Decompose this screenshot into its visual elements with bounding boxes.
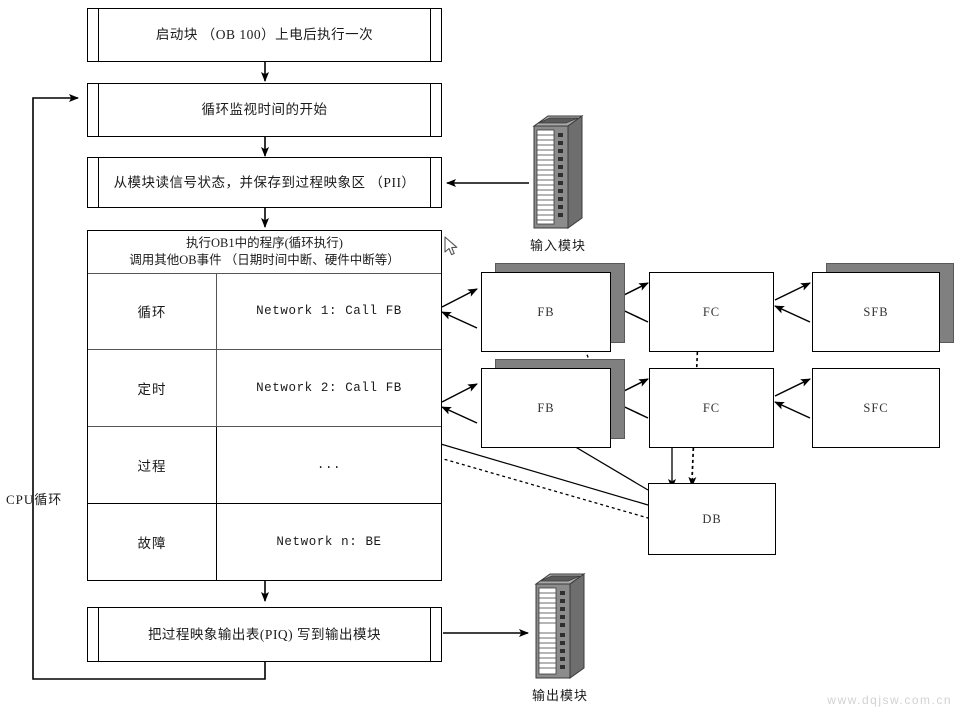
ob1-row-cyclic[interactable]: 循环 Network 1: Call FB xyxy=(88,273,441,350)
box-right-divider xyxy=(430,608,431,661)
box-right-divider xyxy=(430,84,431,136)
flow-step-label: 把过程映象输出表(PIQ) 写到输出模块 xyxy=(147,626,382,642)
output-module-label: 输出模块 xyxy=(531,688,589,703)
block-label: SFB xyxy=(812,272,940,352)
ob1-row-kind: 故障 xyxy=(88,504,217,580)
block-label: SFC xyxy=(812,368,940,448)
flow-step-startup[interactable]: 启动块 （OB 100）上电后执行一次 xyxy=(87,8,442,62)
box-left-divider xyxy=(98,9,99,61)
ob1-program-block[interactable]: 执行OB1中的程序(循环执行) 调用其他OB事件 （日期时间中断、硬件中断等） … xyxy=(87,230,442,581)
flow-step-label: 从模块读信号状态，并保存到过程映象区 （PII） xyxy=(113,174,416,190)
ob1-row-kind: 循环 xyxy=(88,273,217,349)
block-fb-2[interactable]: FB xyxy=(481,359,625,448)
block-label: FB xyxy=(481,272,611,352)
watermark-text: www.dqjsw.com.cn xyxy=(827,693,952,707)
output-module[interactable]: 输出模块 xyxy=(530,572,590,703)
mouse-cursor xyxy=(444,236,458,256)
ob1-header: 执行OB1中的程序(循环执行) 调用其他OB事件 （日期时间中断、硬件中断等） xyxy=(88,231,441,274)
box-left-divider xyxy=(98,608,99,661)
flow-step-read-pii[interactable]: 从模块读信号状态，并保存到过程映象区 （PII） xyxy=(87,157,442,208)
ob1-row-kind: 定时 xyxy=(88,350,217,426)
input-module[interactable]: 输入模块 xyxy=(528,114,588,253)
block-fc-2[interactable]: FC xyxy=(649,368,774,448)
ob1-row-fault[interactable]: 故障 Network n: BE xyxy=(88,504,441,580)
plc-module-icon xyxy=(534,573,586,679)
ob1-row-network: ... xyxy=(316,458,342,472)
ob1-header-line1: 执行OB1中的程序(循环执行) xyxy=(186,236,343,251)
flow-step-label: 启动块 （OB 100）上电后执行一次 xyxy=(155,27,374,43)
block-db-1[interactable]: DB xyxy=(648,483,776,555)
block-fc-1[interactable]: FC xyxy=(649,272,774,352)
ob1-row-network: Network 2: Call FB xyxy=(256,381,402,395)
block-label: FC xyxy=(649,368,774,448)
block-label: FB xyxy=(481,368,611,448)
block-sfb-1[interactable]: SFB xyxy=(812,263,954,352)
box-left-divider xyxy=(98,84,99,136)
box-right-divider xyxy=(430,9,431,61)
input-module-label: 输入模块 xyxy=(529,238,587,253)
block-label: DB xyxy=(648,483,776,555)
ob1-row-network: Network n: BE xyxy=(276,535,382,549)
block-fb-1[interactable]: FB xyxy=(481,263,625,352)
ob1-network-rows: 循环 Network 1: Call FB 定时 Network 2: Call… xyxy=(88,273,441,580)
block-label: FC xyxy=(649,272,774,352)
ob1-row-process[interactable]: 过程 ... xyxy=(88,427,441,504)
flow-step-write-piq[interactable]: 把过程映象输出表(PIQ) 写到输出模块 xyxy=(87,607,442,662)
ob1-row-timed[interactable]: 定时 Network 2: Call FB xyxy=(88,350,441,427)
block-sfc-1[interactable]: SFC xyxy=(812,368,940,448)
ob1-row-kind: 过程 xyxy=(88,427,217,503)
cpu-cycle-label: CPU循环 xyxy=(6,492,63,507)
ob1-row-network: Network 1: Call FB xyxy=(256,304,402,318)
plc-module-icon xyxy=(532,115,584,229)
flow-step-label: 循环监视时间的开始 xyxy=(201,102,328,118)
flow-step-watchdog[interactable]: 循环监视时间的开始 xyxy=(87,83,442,137)
diagram-canvas: 启动块 （OB 100）上电后执行一次 循环监视时间的开始 从模块读信号状态，并… xyxy=(0,0,964,713)
ob1-header-line2: 调用其他OB事件 （日期时间中断、硬件中断等） xyxy=(129,253,400,267)
